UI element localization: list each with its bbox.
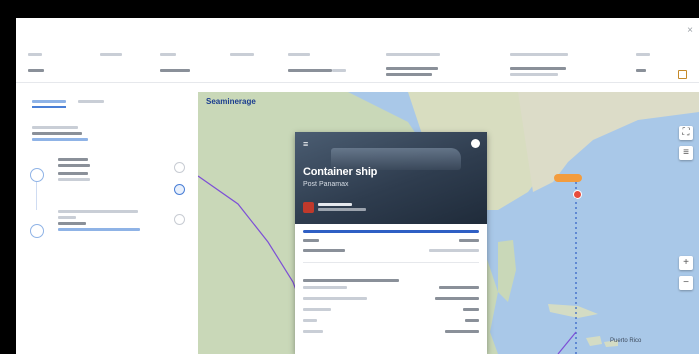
flag-icon <box>303 202 314 213</box>
tab-secondary[interactable] <box>78 100 104 106</box>
fullscreen-icon[interactable]: ⛶ <box>679 126 693 140</box>
vessel-marker[interactable] <box>573 190 582 199</box>
zoom-in-icon[interactable]: + <box>679 256 693 270</box>
map-tag: Seaminerage <box>206 97 256 106</box>
close-icon[interactable]: × <box>687 26 693 36</box>
table-cell <box>288 69 346 72</box>
status-icon <box>174 214 185 225</box>
timeline-connector <box>36 178 37 210</box>
table-cell <box>386 67 438 76</box>
table-cell <box>28 69 44 72</box>
port-icon <box>30 168 44 182</box>
column-header <box>160 53 176 56</box>
voyage-progress <box>303 230 479 233</box>
column-header <box>510 53 568 56</box>
column-header <box>100 53 122 56</box>
column-header <box>386 53 440 56</box>
vessel-photo: ≡ Container ship Post Panamax <box>295 132 487 224</box>
column-header <box>288 53 310 56</box>
port-icon <box>30 224 44 238</box>
column-header <box>230 53 254 56</box>
tracking-summary <box>32 126 88 144</box>
open-icon[interactable] <box>678 70 687 79</box>
layers-icon[interactable]: ≡ <box>679 146 693 160</box>
origin-marker[interactable] <box>554 174 582 182</box>
vessel-class: Post Panamax <box>303 181 349 188</box>
column-header <box>636 53 650 56</box>
table-cell <box>510 67 566 76</box>
vessel-name <box>318 203 366 213</box>
table-cell <box>160 69 190 72</box>
zoom-out-icon[interactable]: − <box>679 276 693 290</box>
tab-tracking[interactable] <box>32 100 66 108</box>
shipment-modal: × Seaminerage Puerto Rico ⛶ ≡ + − ≡ Cont… <box>16 18 699 354</box>
vessel-icon[interactable] <box>174 184 185 195</box>
island-label-puerto-rico: Puerto Rico <box>610 338 642 344</box>
tracking-sidebar <box>16 92 196 354</box>
table-cell <box>636 69 646 72</box>
table-header <box>16 49 699 62</box>
vessel-card: ≡ Container ship Post Panamax <box>295 132 487 354</box>
close-card-icon[interactable] <box>471 139 480 148</box>
vessel-type: Container ship <box>303 166 378 178</box>
column-header <box>28 53 42 56</box>
table-row[interactable] <box>16 66 699 83</box>
status-icon <box>174 162 185 173</box>
menu-icon[interactable]: ≡ <box>303 140 308 149</box>
sidebar-tabs <box>32 100 116 112</box>
vessel-details <box>303 230 479 354</box>
divider <box>303 262 479 263</box>
